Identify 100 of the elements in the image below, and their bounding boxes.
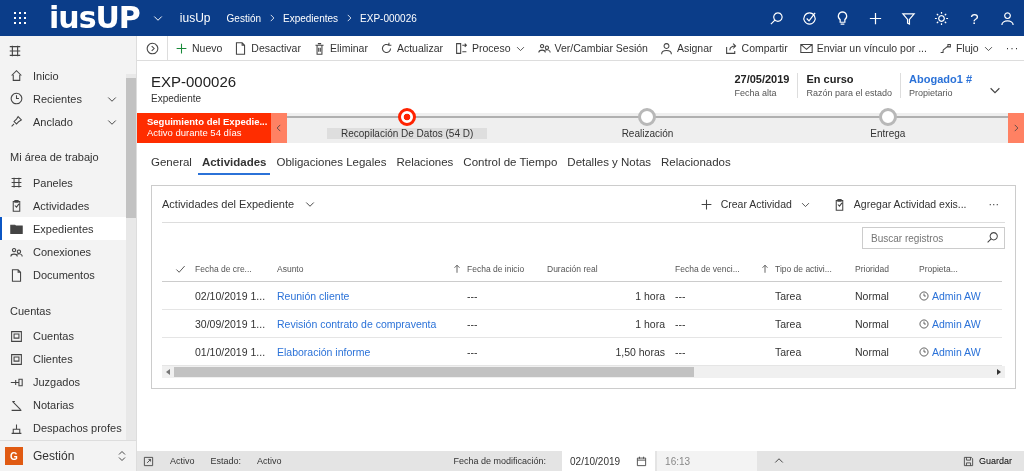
column-header[interactable]: Tipo de activi... <box>770 257 850 282</box>
more-button[interactable]: ··· <box>982 198 1005 210</box>
nav-item[interactable]: Paneles <box>0 171 126 195</box>
breadcrumb-item[interactable]: EXP-000026 <box>360 12 417 24</box>
nav-item[interactable]: Documentos <box>0 263 126 287</box>
subgrid-title[interactable]: Actividades del Expediente <box>162 198 295 210</box>
app-launcher-icon[interactable] <box>13 11 27 25</box>
scrollbar[interactable] <box>126 74 136 440</box>
tab[interactable]: Detalles y Notas <box>563 153 656 175</box>
area-switcher[interactable]: G Gestión <box>0 440 136 471</box>
cell-link[interactable]: Revisión contrato de compraventa <box>277 317 437 330</box>
command-button[interactable]: Nuevo <box>170 36 228 60</box>
breadcrumb-item[interactable]: Gestión <box>226 12 261 24</box>
breadcrumb-item[interactable]: Expedientes <box>283 12 339 24</box>
document-icon <box>234 41 248 55</box>
section-title: Cuentas <box>9 303 52 319</box>
tab[interactable]: Control de Tiempo <box>459 153 562 175</box>
tab[interactable]: General <box>147 153 196 175</box>
person-icon <box>659 41 673 55</box>
nav-item[interactable]: Conexiones <box>0 240 126 264</box>
action-button[interactable]: Crear Actividad <box>693 197 817 211</box>
cell-link[interactable]: Admin AW <box>932 345 981 358</box>
nav-item[interactable]: Notarias <box>0 393 126 417</box>
cell-link[interactable]: Admin AW <box>932 317 981 330</box>
nav-item[interactable]: Expedientes <box>0 217 126 241</box>
pin-icon <box>10 115 23 129</box>
tab[interactable]: Relaciones <box>392 153 458 175</box>
stage-label[interactable]: Realización <box>607 128 688 139</box>
column-header[interactable]: Duración real <box>542 257 670 282</box>
command-button[interactable]: Compartir <box>719 36 793 60</box>
scroll-left-icon[interactable] <box>165 369 171 375</box>
command-button[interactable]: Ver/Cambiar Sesión <box>532 36 653 60</box>
stage-label[interactable]: Recopilación De Datos (54 D) <box>327 128 488 139</box>
table-cell: --- <box>675 317 686 330</box>
state-label: Estado: <box>210 456 242 466</box>
stage-node[interactable] <box>638 108 657 126</box>
column-header[interactable]: Prioridad <box>850 257 914 282</box>
previous-stage-button[interactable] <box>271 113 287 143</box>
table-cell: 1 hora <box>635 289 665 302</box>
column-header[interactable]: Fecha de cre... <box>190 257 272 282</box>
app-name[interactable]: iusUp <box>179 11 211 25</box>
nav-item[interactable]: Anclado <box>0 110 126 134</box>
folder-icon <box>10 222 23 236</box>
save-button[interactable]: Guardar <box>956 454 1018 468</box>
table-cell: Tarea <box>775 289 802 302</box>
up-down-chevron-icon <box>116 450 128 462</box>
command-button[interactable]: Eliminar <box>307 36 373 60</box>
cell-link[interactable]: Admin AW <box>932 289 981 302</box>
horizontal-scrollbar[interactable] <box>162 366 1005 378</box>
owner-link[interactable]: Abogado1 # <box>909 73 972 85</box>
command-button[interactable]: Asignar <box>654 36 718 60</box>
tab[interactable]: Relacionados <box>657 153 735 175</box>
column-header[interactable]: Asunto <box>272 257 462 282</box>
record-status: Activo <box>170 456 195 466</box>
more-button[interactable]: ··· <box>1000 36 1024 60</box>
nav-item[interactable]: Recientes <box>0 87 126 111</box>
field-label: Fecha alta <box>734 88 778 98</box>
save-icon <box>962 455 974 467</box>
field-label: Razón para el estado <box>806 88 893 98</box>
house-icon <box>10 69 23 83</box>
table-cell: --- <box>467 289 478 302</box>
nav-item[interactable]: Juzgados <box>0 370 126 394</box>
date-field[interactable]: 02/10/2019 <box>562 451 656 471</box>
chevron-left-icon <box>274 123 284 133</box>
nav-item[interactable]: Actividades <box>0 194 126 218</box>
circle-arrow-icon <box>146 41 159 55</box>
tab[interactable]: Actividades <box>197 153 271 175</box>
cell-link[interactable]: Reunión cliente <box>277 289 350 302</box>
nav-item[interactable]: Despachos profes <box>0 416 126 440</box>
clock-icon <box>919 346 929 357</box>
column-header[interactable]: Propieta... <box>914 257 1002 282</box>
command-button[interactable]: Proceso <box>450 36 531 60</box>
area-badge: G <box>5 447 23 465</box>
next-stage-button[interactable] <box>1008 113 1024 143</box>
field-value: En curso <box>806 73 855 85</box>
action-button[interactable]: Agregar Actividad exis... <box>826 197 973 211</box>
table-cell: --- <box>467 345 478 358</box>
help-button[interactable]: ? <box>958 0 991 36</box>
stage-node[interactable] <box>398 108 417 126</box>
process-flag[interactable]: Seguimiento del Expedie... Activo durante 54 días <box>137 113 271 143</box>
plus-icon <box>699 197 713 211</box>
column-header[interactable]: Fecha de inicio <box>462 257 542 282</box>
tab[interactable]: Obligaciones Legales <box>272 153 391 175</box>
command-button[interactable]: Enviar un vínculo por ... <box>794 36 932 60</box>
command-button[interactable]: Desactivar <box>229 36 306 60</box>
command-button[interactable]: Flujo <box>933 36 999 60</box>
nav-item[interactable]: Clientes <box>0 347 126 371</box>
table-cell: Tarea <box>775 345 802 358</box>
table-cell: 1,50 horas <box>615 345 665 358</box>
nav-item[interactable]: Inicio <box>0 64 126 88</box>
cell-link[interactable]: Elaboración informe <box>277 345 371 358</box>
search-field[interactable]: Buscar registros <box>862 227 1005 249</box>
stage-node[interactable] <box>878 108 897 126</box>
scroll-right-icon[interactable] <box>996 369 1002 375</box>
logo[interactable]: iusUP <box>49 3 140 33</box>
table-cell: Tarea <box>775 317 802 330</box>
column-header[interactable]: Fecha de venci... <box>670 257 770 282</box>
nav-item[interactable]: Cuentas <box>0 324 126 348</box>
command-button[interactable]: Actualizar <box>374 36 448 60</box>
stage-label[interactable]: Entrega <box>856 128 920 139</box>
